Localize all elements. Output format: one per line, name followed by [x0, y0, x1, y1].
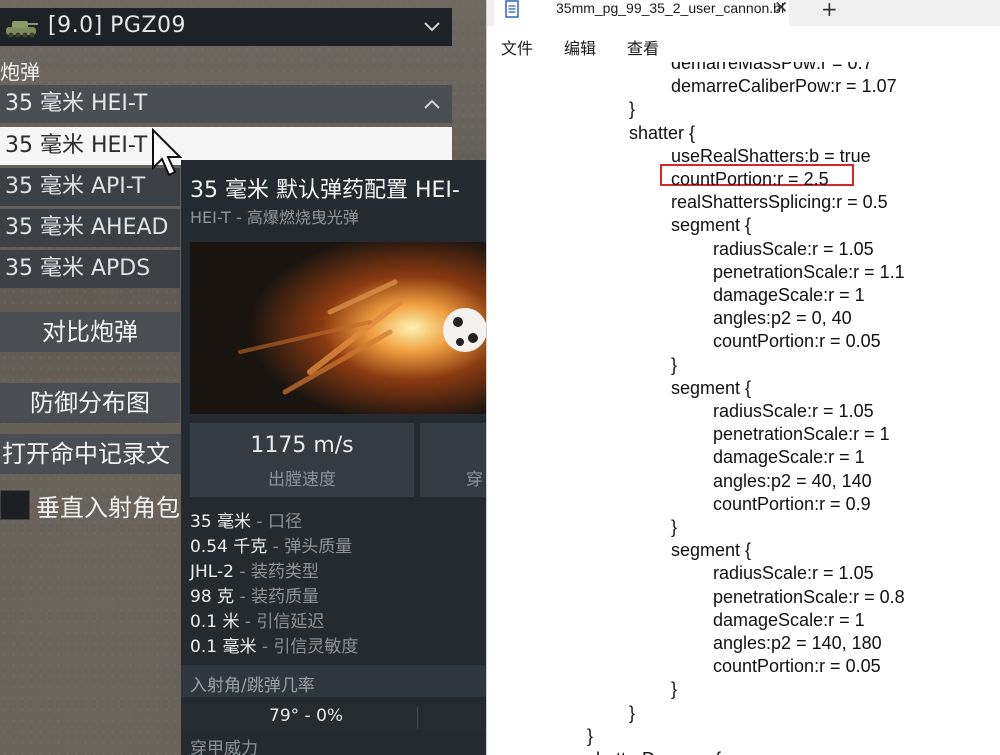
code-line: damageScale:r = 1 — [713, 285, 865, 305]
code-line: } — [671, 679, 678, 700]
new-tab-icon[interactable]: + — [821, 0, 838, 21]
code-line: segment { — [671, 377, 752, 398]
code-line: countPortion:r = 0.05 — [713, 331, 881, 352]
code-line: shatterDamage { — [587, 748, 721, 755]
menu-view[interactable]: 查看 — [627, 35, 659, 59]
code-line: damageScale:r = 1 — [713, 609, 865, 630]
compare-ammo-button[interactable]: 对比炮弹 — [0, 312, 180, 352]
penetration-header: 穿甲威力 — [190, 739, 258, 755]
text-editor[interactable]: demarreMassPow:r = 0.7 demarreCaliberPow:… — [487, 62, 1000, 755]
code-line: radiusScale:r = 1.05 — [713, 238, 874, 259]
code-line: realShattersSplicing:r = 0.5 — [671, 192, 888, 213]
code-line: } — [587, 725, 594, 746]
vehicle-selector[interactable]: [9.0] PGZ09 — [0, 8, 452, 46]
code-line: countPortion:r = 0.05 — [713, 656, 881, 677]
vehicle-name: [9.0] PGZ09 — [48, 13, 187, 38]
tab-strip: 35mm_pg_99_35_2_user_cannon.bl ✕ + — [487, 0, 1000, 26]
ricochet-value: 79° - 0% — [269, 706, 344, 726]
code-line: countPortion:r = 2.5 — [671, 169, 829, 189]
code-line: penetrationScale:r = 1.1 — [713, 261, 905, 282]
panel-title: 35 毫米 默认弹药配置 HEI- — [190, 178, 460, 203]
menu-file[interactable]: 文件 — [501, 35, 533, 59]
code-line: radiusScale:r = 1.05 — [713, 401, 874, 421]
prop-projectile-mass: 0.54 千克 - 弹头质量 — [190, 537, 353, 557]
game-window: [9.0] PGZ09 炮弹 35 毫米 HEI-T 35 毫米 HEI-T 3… — [0, 0, 486, 755]
code-line: angles:p2 = 140, 180 — [713, 633, 882, 653]
code-line: } — [629, 99, 636, 120]
panel-subtitle: HEI-T - 高爆燃烧曳光弹 — [190, 208, 359, 227]
code-line: penetrationScale:r = 0.8 — [713, 586, 905, 607]
ammo-section-title: 炮弹 — [0, 60, 40, 84]
penetration-stat: 穿 — [420, 423, 486, 497]
checkbox-label: 垂直入射角包 — [36, 494, 180, 522]
shell-explosion-image — [190, 242, 486, 414]
notepad-window: 35mm_pg_99_35_2_user_cannon.bl ✕ + 文件 编辑… — [486, 0, 1000, 755]
code-line: shatter { — [629, 122, 696, 143]
prop-caliber: 35 毫米 - 口径 — [190, 512, 302, 532]
mouse-cursor-icon — [152, 128, 183, 177]
code-line: } — [629, 702, 636, 723]
ammo-info-panel: 35 毫米 默认弹药配置 HEI- HEI-T - 高爆燃烧曳光弹 1175 m… — [181, 160, 486, 755]
code-line: } — [671, 354, 678, 375]
tank-icon — [6, 21, 38, 38]
close-tab-icon[interactable]: ✕ — [774, 0, 788, 18]
chevron-up-icon[interactable] — [422, 94, 442, 114]
ammo-dropdown[interactable]: 35 毫米 HEI-T — [0, 85, 452, 123]
armor-map-button[interactable]: 防御分布图 — [0, 383, 180, 423]
code-line: segment { — [671, 540, 752, 561]
perpendicular-checkbox[interactable] — [0, 490, 30, 520]
ricochet-header: 入射角/跳弹几率 — [181, 665, 486, 697]
code-line: penetrationScale:r = 1 — [713, 424, 890, 445]
file-tab[interactable]: 35mm_pg_99_35_2_user_cannon.bl ✕ — [494, 0, 789, 26]
prop-fuse-delay: 0.1 米 - 引信延迟 — [190, 612, 325, 632]
code-line: segment { — [671, 215, 752, 236]
code-line: damageScale:r = 1 — [713, 447, 865, 468]
code-line: angles:p2 = 0, 40 — [713, 308, 852, 329]
muzzle-velocity-stat: 1175 m/s 出膛速度 — [190, 423, 414, 497]
menu-bar: 文件 编辑 查看 — [487, 26, 1000, 62]
muzzle-velocity-value: 1175 m/s — [250, 433, 354, 458]
ricochet-value-row: 79° - 0% — [181, 701, 486, 733]
document-icon — [505, 0, 519, 18]
muzzle-velocity-label: 出膛速度 — [268, 470, 336, 490]
ammo-option-apds[interactable]: 35 毫米 APDS — [0, 250, 180, 288]
ammo-option-ahead[interactable]: 35 毫米 AHEAD — [0, 209, 180, 247]
hit-log-button[interactable]: 打开命中记录文 — [0, 434, 182, 474]
code-line: } — [671, 517, 678, 537]
menu-edit[interactable]: 编辑 — [564, 35, 596, 59]
chevron-down-icon[interactable] — [422, 17, 442, 37]
prop-explosive-mass: 98 克 - 装药质量 — [190, 587, 319, 607]
code-line: useRealShatters:b = true — [671, 145, 871, 166]
code-line: radiusScale:r = 1.05 — [713, 563, 874, 584]
prop-explosive-type: JHL-2 - 装药类型 — [190, 562, 319, 582]
code-line: countPortion:r = 0.9 — [713, 493, 871, 514]
code-line: demarreMassPow:r = 0.7 — [671, 62, 873, 73]
explosion-illustration — [190, 242, 486, 414]
code-line: angles:p2 = 40, 140 — [713, 470, 872, 491]
prop-fuse-sensitivity: 0.1 毫米 - 引信灵敏度 — [190, 637, 359, 657]
penetration-stat-label: 穿 — [466, 470, 483, 490]
tab-title: 35mm_pg_99_35_2_user_cannon.bl — [556, 0, 785, 16]
divider — [417, 707, 418, 729]
code-line: demarreCaliberPow:r = 1.07 — [671, 76, 897, 97]
ammo-dropdown-value: 35 毫米 HEI-T — [5, 91, 148, 116]
